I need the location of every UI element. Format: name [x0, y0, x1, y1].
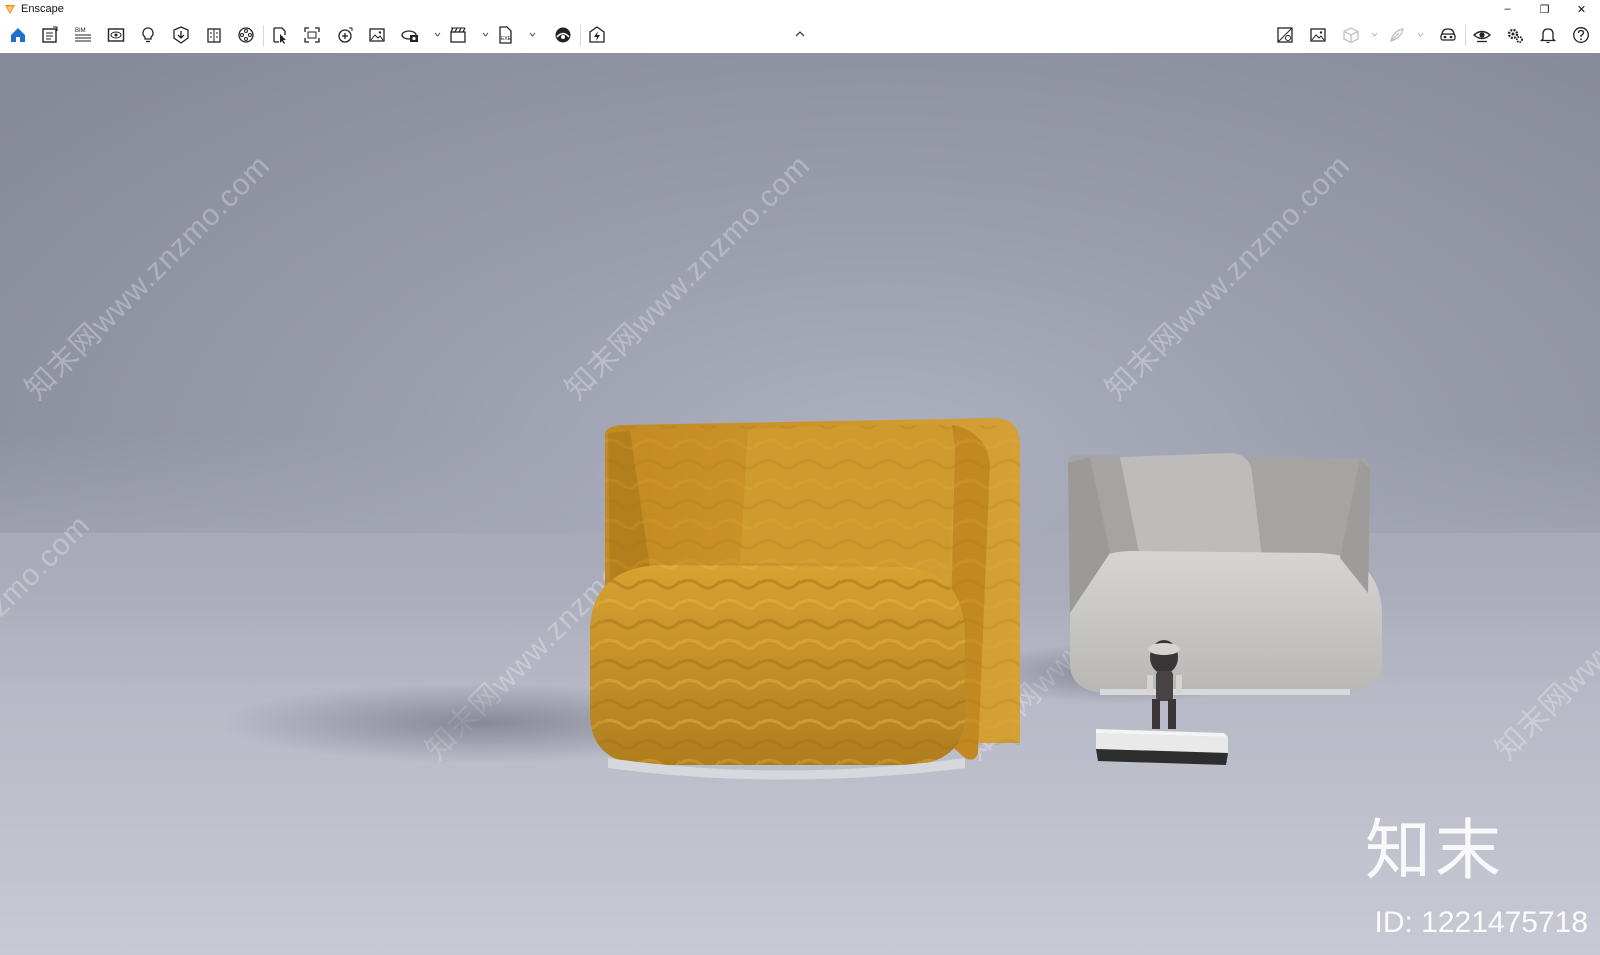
svg-text:BIM: BIM: [75, 28, 86, 34]
panorama-button[interactable]: [398, 23, 422, 47]
batch-render-button[interactable]: [333, 23, 357, 47]
home-button[interactable]: [6, 23, 30, 47]
main-toolbar: BIM EXE: [0, 18, 1600, 54]
live-link-icon: [589, 26, 605, 43]
vr-headset-button[interactable]: [1436, 23, 1460, 47]
visual-settings-icon: [1277, 27, 1293, 43]
capture-frame-icon: [304, 27, 320, 43]
rendered-image-icon: [1310, 28, 1326, 42]
bim-icon: BIM: [75, 28, 91, 42]
brand-logo-text: 知末: [1365, 812, 1505, 889]
scene-render: [220, 418, 1382, 780]
views-icon: [107, 28, 125, 42]
title-bar: Enscape – ❐ ✕: [0, 0, 1600, 18]
bell-icon: [1539, 28, 1557, 44]
help-icon: [1573, 27, 1589, 43]
views-button[interactable]: [104, 23, 128, 47]
chevron-down-icon[interactable]: [1371, 31, 1378, 38]
collapse-toolbar-chevron-up-icon[interactable]: [793, 27, 807, 41]
film-reel-icon: [238, 27, 254, 43]
building-icon: [207, 28, 221, 43]
screenshot-editor-icon: [42, 26, 58, 43]
bim-button[interactable]: BIM: [71, 23, 95, 47]
render-image-button[interactable]: [365, 23, 389, 47]
enscape-logo-icon: [5, 5, 15, 14]
light-bulb-icon: [142, 27, 154, 43]
restore-button[interactable]: ❐: [1526, 0, 1563, 18]
cube-button[interactable]: [1339, 23, 1363, 47]
chevron-down-icon[interactable]: [529, 31, 536, 38]
notifications-button[interactable]: [1536, 23, 1560, 47]
help-button[interactable]: [1569, 23, 1593, 47]
export-exe-button[interactable]: EXE: [493, 23, 517, 47]
atmosphere-button[interactable]: [551, 23, 575, 47]
export-video-button[interactable]: [446, 23, 470, 47]
atmosphere-icon: [555, 27, 571, 43]
clapperboard-icon: [450, 27, 466, 43]
asset-library-button[interactable]: [169, 23, 193, 47]
toolbar-separator: [1465, 25, 1466, 46]
gray-armchair: [1068, 453, 1382, 695]
window-controls: – ❐ ✕: [1489, 0, 1600, 18]
chevron-down-icon[interactable]: [482, 31, 489, 38]
svg-text:EXE: EXE: [501, 36, 512, 42]
feather-icon: [1390, 28, 1404, 42]
panorama-icon: [401, 30, 418, 42]
yellow-armchair: [590, 418, 1020, 780]
select-document-icon: [273, 27, 286, 44]
chevron-down-icon[interactable]: [1417, 31, 1424, 38]
eye-icon: [1473, 30, 1491, 43]
chevron-down-icon[interactable]: [434, 31, 441, 38]
capture-button[interactable]: [300, 23, 324, 47]
live-link-button[interactable]: [585, 23, 609, 47]
rendered-image-button[interactable]: [1306, 23, 1330, 47]
screenshot-editor-button[interactable]: [38, 23, 62, 47]
feather-button[interactable]: [1385, 23, 1409, 47]
toolbar-separator: [263, 25, 264, 46]
render-viewport[interactable]: 知末网www.znzmo.com 知末网www.znzmo.com 知末网www…: [0, 53, 1600, 955]
light-button[interactable]: [136, 23, 160, 47]
home-icon: [11, 28, 25, 42]
close-button[interactable]: ✕: [1563, 0, 1600, 18]
minimize-button[interactable]: –: [1489, 0, 1526, 18]
settings-gear-icon: [1507, 28, 1523, 43]
image-icon: [369, 28, 385, 42]
visual-settings-button[interactable]: [1273, 23, 1297, 47]
settings-button[interactable]: [1503, 23, 1527, 47]
image-id-label: ID: 1221475718: [1374, 906, 1588, 939]
window-title: Enscape: [21, 3, 64, 15]
video-editor-button[interactable]: [234, 23, 258, 47]
batch-render-icon: [338, 27, 353, 43]
asset-library-icon: [173, 26, 189, 44]
material-editor-button[interactable]: [202, 23, 226, 47]
select-button[interactable]: [268, 23, 292, 47]
vr-headset-icon: [1440, 28, 1456, 41]
export-exe-icon: EXE: [499, 26, 512, 44]
cube-icon: [1343, 27, 1359, 44]
toolbar-separator: [580, 25, 581, 46]
view-toggle-button[interactable]: [1470, 23, 1494, 47]
